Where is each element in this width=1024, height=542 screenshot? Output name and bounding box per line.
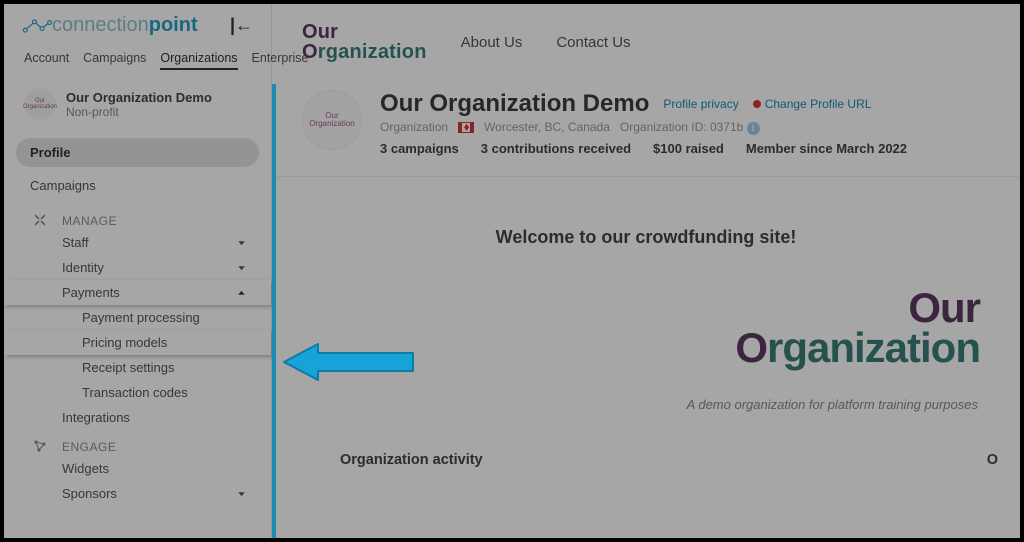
page-title: Our Organization Demo <box>380 90 649 118</box>
sidebar-subitem-receipt-settings[interactable]: Receipt settings <box>4 355 271 380</box>
nav-contact-us[interactable]: Contact Us <box>556 34 630 51</box>
tab-organizations[interactable]: Organizations <box>160 51 237 70</box>
sidebar-item-payments[interactable]: Payments ▼ <box>4 280 271 305</box>
org-avatar-small: OurOrganization <box>24 88 56 120</box>
org-id-label: Organization ID: <box>620 120 707 134</box>
stat-raised: $100 raised <box>653 141 724 156</box>
chevron-down-icon: ▼ <box>236 490 247 497</box>
profile-privacy-link[interactable]: Profile privacy <box>663 97 738 111</box>
profile-stats: 3 campaigns 3 contributions received $10… <box>380 141 990 156</box>
org-id-value: 0371b <box>710 120 743 134</box>
activity-truncated-right: O <box>987 452 998 468</box>
sidebar-section-manage: MANAGE <box>4 204 271 230</box>
org-type: Non-profit <box>66 105 212 119</box>
chevron-down-icon: ▼ <box>236 239 247 246</box>
sidebar-item-integrations[interactable]: Integrations <box>4 405 271 430</box>
brand-wordmark-large: Our Organization <box>272 288 980 369</box>
sidebar-subitem-transaction-codes[interactable]: Transaction codes <box>4 380 271 405</box>
brand-wordmark-small[interactable]: Our Organization <box>302 22 427 62</box>
sidebar: connectionpoint |← Account Campaigns Org… <box>4 4 272 538</box>
chevron-down-icon: ▼ <box>236 264 247 271</box>
engage-icon <box>32 438 48 454</box>
sidebar-collapse-button[interactable]: |← <box>230 15 253 36</box>
activity-heading: Organization activity <box>340 452 483 468</box>
chevron-up-icon: ▼ <box>236 289 247 296</box>
tab-account[interactable]: Account <box>24 51 69 70</box>
top-nav: Our Organization About Us Contact Us <box>272 4 1020 80</box>
org-name: Our Organization Demo <box>66 90 212 105</box>
accent-bar <box>272 84 276 538</box>
welcome-heading: Welcome to our crowdfunding site! <box>272 177 1020 278</box>
stat-member-since: Member since March 2022 <box>746 141 907 156</box>
sidebar-item-identity[interactable]: Identity ▼ <box>4 255 271 280</box>
sidebar-item-staff[interactable]: Staff ▼ <box>4 230 271 255</box>
logo-graph-icon <box>22 17 52 35</box>
change-profile-url-link[interactable]: Change Profile URL <box>753 97 872 111</box>
canada-flag-icon <box>458 122 474 133</box>
nav-about-us[interactable]: About Us <box>461 34 523 51</box>
sidebar-item-campaigns[interactable]: Campaigns <box>16 171 259 200</box>
brand-logo[interactable]: connectionpoint <box>22 14 198 37</box>
sidebar-section-engage: ENGAGE <box>4 430 271 456</box>
profile-location: Worcester, BC, Canada <box>484 120 610 134</box>
info-icon[interactable]: i <box>747 122 760 135</box>
logo-text-bold: point <box>149 14 198 37</box>
main-content: Our Organization About Us Contact Us Our… <box>272 4 1020 538</box>
logo-text-light: connection <box>52 14 149 37</box>
sidebar-subitem-pricing-models[interactable]: Pricing models <box>4 330 271 355</box>
sidebar-subitem-payment-processing[interactable]: Payment processing <box>4 305 271 330</box>
tab-enterprise[interactable]: Enterprise <box>252 51 309 70</box>
stat-campaigns: 3 campaigns <box>380 141 459 156</box>
alert-dot-icon <box>753 100 761 108</box>
sidebar-item-widgets[interactable]: Widgets <box>4 456 271 481</box>
sidebar-item-profile[interactable]: Profile <box>16 138 259 167</box>
current-org-card[interactable]: OurOrganization Our Organization Demo No… <box>4 78 271 126</box>
profile-type: Organization <box>380 120 448 134</box>
org-caption: A demo organization for platform trainin… <box>272 369 1020 412</box>
tools-icon <box>32 212 48 228</box>
top-tabs: Account Campaigns Organizations Enterpri… <box>4 43 271 78</box>
org-avatar-large: OurOrganization <box>302 90 362 150</box>
profile-header: OurOrganization Our Organization Demo Pr… <box>272 80 1020 177</box>
tab-campaigns[interactable]: Campaigns <box>83 51 146 70</box>
sidebar-item-sponsors[interactable]: Sponsors ▼ <box>4 481 271 506</box>
stat-contributions: 3 contributions received <box>481 141 631 156</box>
